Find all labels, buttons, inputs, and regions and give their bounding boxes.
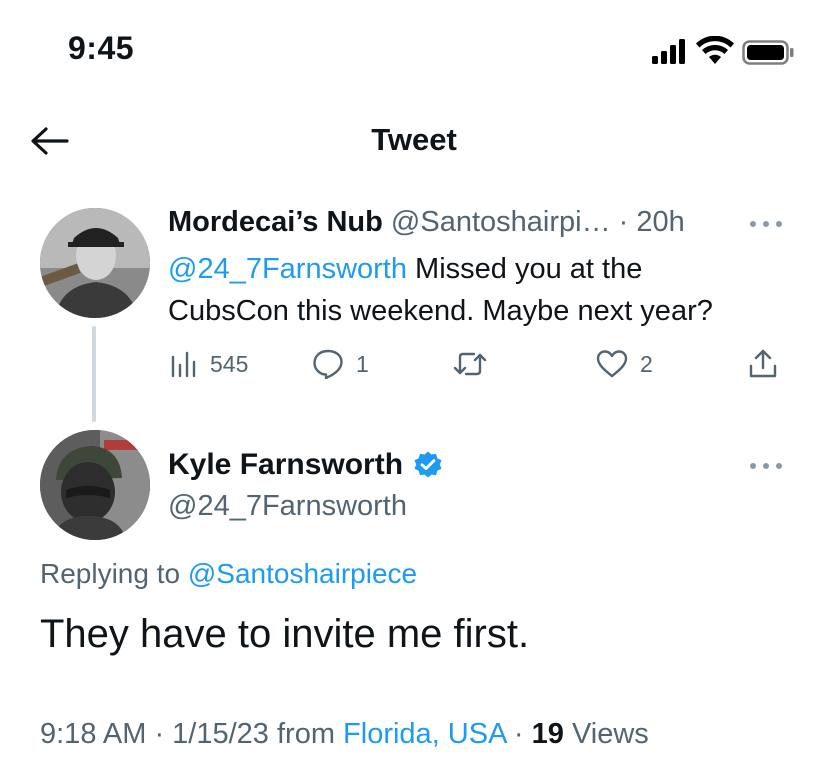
parent-tweet-text: @24_7Farnsworth Missed you at the CubsCo…: [168, 248, 808, 332]
more-dots-icon: [750, 463, 782, 469]
thread-connector: [92, 326, 96, 422]
author-name[interactable]: Kyle Farnsworth: [168, 448, 403, 482]
reply-count: 1: [356, 350, 369, 377]
tweet-meta: 9:18 AM · 1/15/23 from Florida, USA · 19…: [40, 718, 649, 751]
like-button[interactable]: 2: [596, 346, 653, 382]
avatar-mordecai[interactable]: [40, 208, 150, 318]
more-dots-icon: [750, 221, 782, 227]
avatar-kyle[interactable]: [40, 430, 150, 540]
more-options-button[interactable]: [746, 456, 786, 476]
views-label: Views: [563, 718, 649, 750]
meta-separator: ·: [505, 718, 532, 750]
share-icon: [749, 349, 777, 378]
analytics-icon: [171, 351, 196, 378]
cellular-signal-icon: [652, 39, 685, 64]
tweet-time[interactable]: 20h: [636, 206, 684, 238]
page-title: Tweet: [371, 122, 457, 157]
replying-to: Replying to @Santoshairpiece: [40, 558, 417, 590]
status-icons: [650, 35, 800, 66]
retweet-button[interactable]: [452, 346, 500, 382]
tweet-text-line2: CubsCon this weekend. Maybe next year?: [168, 295, 713, 327]
retweet-icon: [453, 352, 487, 376]
author-name[interactable]: Mordecai’s Nub: [168, 206, 383, 238]
wifi-icon: [696, 35, 734, 64]
battery-icon: [742, 40, 794, 65]
replying-prefix: Replying to: [40, 558, 188, 589]
separator-dot: ·: [618, 206, 629, 238]
author-handle[interactable]: @Santoshairpi…: [391, 206, 611, 238]
heart-icon: [596, 350, 628, 378]
views-count: 545: [210, 350, 249, 377]
main-tweet-text: They have to invite me first.: [40, 612, 530, 656]
tweet-timestamp[interactable]: 9:18 AM · 1/15/23 from: [40, 718, 343, 750]
verified-badge-icon[interactable]: [413, 450, 443, 480]
reply-button[interactable]: 1: [312, 346, 369, 382]
reply-icon: [313, 349, 343, 379]
views-count-main: 19: [531, 718, 564, 750]
author-handle[interactable]: @24_7Farnsworth: [168, 490, 407, 523]
like-count: 2: [640, 350, 653, 377]
parent-tweet-header: Mordecai’s Nub @Santoshairpi… · 20h: [168, 206, 685, 239]
mention-link[interactable]: @24_7Farnsworth: [168, 253, 407, 285]
status-time: 9:45: [68, 30, 135, 66]
more-options-button[interactable]: [746, 214, 786, 234]
replying-to-link[interactable]: @Santoshairpiece: [188, 558, 417, 589]
location-link[interactable]: Florida, USA: [343, 718, 506, 750]
main-author: Kyle Farnsworth: [168, 448, 443, 482]
views-button[interactable]: 545: [168, 346, 248, 382]
tweet-text-line1: Missed you at the: [407, 253, 643, 285]
share-button[interactable]: [748, 346, 778, 382]
